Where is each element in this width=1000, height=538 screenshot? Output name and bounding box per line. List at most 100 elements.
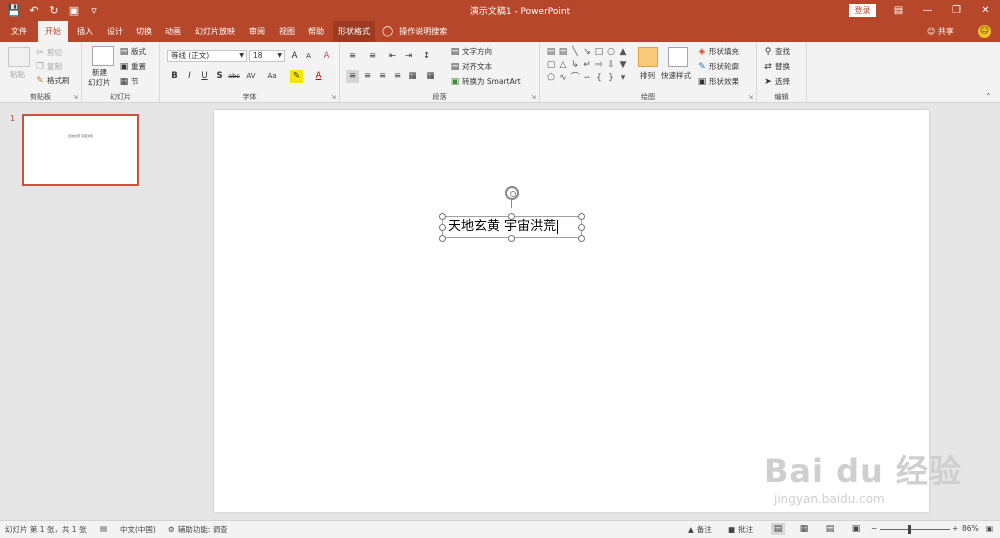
text-direction-button[interactable]: ▤ 文字方向 (450, 46, 492, 57)
align-center-icon[interactable]: ≡ (361, 70, 374, 83)
resize-handle[interactable] (439, 213, 446, 220)
distributed-icon[interactable]: ▦ (406, 70, 419, 83)
undo-icon[interactable]: ↶ (26, 2, 42, 18)
tab-view[interactable]: 视图 (272, 21, 302, 42)
right-arrow-shape-icon[interactable]: ⇨ (593, 59, 605, 72)
new-slide-label-2[interactable]: 幻灯片 (88, 77, 111, 88)
columns-icon[interactable]: ▦ (424, 70, 437, 83)
present-from-start-icon[interactable]: ▣ (66, 2, 82, 18)
resize-handle[interactable] (439, 235, 446, 242)
tab-file[interactable]: 文件 (4, 21, 34, 42)
dialog-launcher-icon[interactable]: ⇲ (73, 94, 78, 101)
clear-formatting-button[interactable]: A (320, 50, 333, 63)
shape-outline-button[interactable]: ✎ 形状轮廓 (697, 61, 739, 72)
font-size-combo[interactable]: 18 ▼ (249, 50, 285, 62)
dialog-launcher-icon[interactable]: ⇲ (748, 94, 753, 101)
justify-icon[interactable]: ≡ (391, 70, 404, 83)
line-spacing-icon[interactable]: ↕ (420, 50, 433, 63)
resize-handle[interactable] (439, 224, 446, 231)
line-shape-icon[interactable]: ╲ (569, 46, 581, 59)
tab-animations[interactable]: 动画 (158, 21, 188, 42)
replace-button[interactable]: ⇄ 替换 (763, 61, 790, 72)
numbering-icon[interactable]: ≡ (366, 50, 379, 63)
tab-transitions[interactable]: 切换 (129, 21, 159, 42)
reset-button[interactable]: ▣ 重置 (119, 61, 146, 72)
zoom-slider-track[interactable] (880, 529, 950, 530)
underline-button[interactable]: U (198, 70, 211, 83)
tab-review[interactable]: 审阅 (242, 21, 272, 42)
bold-button[interactable]: B (168, 70, 181, 83)
zoom-in-icon[interactable]: + (952, 524, 958, 533)
share-button[interactable]: ☺ 共享 (927, 21, 954, 42)
gallery-down-icon[interactable]: ▼ (617, 59, 629, 72)
cut-button[interactable]: ✂ 剪切 (35, 47, 62, 58)
tab-shape-format[interactable]: 形状格式 (333, 21, 375, 42)
gallery-up-icon[interactable]: ▲ (617, 46, 629, 59)
fit-to-window-icon[interactable]: ▣ (986, 524, 993, 533)
new-slide-icon[interactable] (92, 46, 114, 66)
resize-handle[interactable] (578, 235, 585, 242)
normal-view-icon[interactable]: ▤ (771, 523, 785, 535)
arrange-button[interactable]: 排列 (640, 70, 655, 81)
paste-icon[interactable] (8, 47, 30, 67)
tell-me-search[interactable]: ◯ 操作说明搜索 (382, 21, 447, 42)
grow-font-button[interactable]: A (288, 50, 301, 63)
left-brace-shape-icon[interactable]: { (593, 72, 605, 85)
vertical-textbox-shape-icon[interactable]: ▤ (557, 46, 569, 59)
ribbon-display-icon[interactable]: ▤ (884, 0, 913, 21)
decrease-indent-icon[interactable]: ⇤ (386, 50, 399, 63)
resize-handle[interactable] (578, 224, 585, 231)
elbow-connector-shape-icon[interactable]: ↵ (581, 59, 593, 72)
pentagon-shape-icon[interactable]: ⬠ (545, 72, 557, 85)
freeform-shape-icon[interactable]: ∿ (557, 72, 569, 85)
spelling-icon[interactable]: ▤ (100, 524, 107, 533)
quick-styles-icon[interactable] (668, 47, 688, 67)
zoom-out-icon[interactable]: − (871, 524, 877, 533)
tab-home[interactable]: 开始 (38, 21, 68, 42)
paste-button[interactable]: 粘贴 (10, 69, 25, 80)
right-brace-shape-icon[interactable]: } (605, 72, 617, 85)
shadow-button[interactable]: S (213, 70, 226, 83)
rounded-rect-shape-icon[interactable]: ▢ (545, 59, 557, 72)
zoom-level[interactable]: 86% (962, 524, 979, 533)
increase-indent-icon[interactable]: ⇥ (402, 50, 415, 63)
font-name-combo[interactable]: 等线 (正文) ▼ (167, 50, 247, 62)
login-button[interactable]: 登录 (849, 4, 876, 17)
accessibility-button[interactable]: ⚙ 辅助功能: 调查 (168, 524, 228, 535)
bullets-icon[interactable]: ≡ (346, 50, 359, 63)
font-color-button[interactable]: A (312, 70, 325, 83)
gallery-more-icon[interactable]: ▾ (617, 72, 629, 85)
down-arrow-shape-icon[interactable]: ⇩ (605, 59, 617, 72)
arrange-icon[interactable] (638, 47, 658, 67)
format-painter-button[interactable]: ✎ 格式刷 (35, 75, 69, 86)
align-left-icon[interactable]: ≡ (346, 70, 359, 83)
tab-slideshow[interactable]: 幻灯片放映 (190, 21, 240, 42)
rectangle-shape-icon[interactable]: □ (593, 46, 605, 59)
strikethrough-button[interactable]: abc (227, 70, 241, 83)
feedback-smiley-icon[interactable]: ☺ (978, 25, 991, 38)
find-button[interactable]: ⚲ 查找 (763, 46, 790, 57)
align-text-button[interactable]: ▤ 对齐文本 (450, 61, 492, 72)
customize-qat-icon[interactable]: ▿ (86, 2, 102, 18)
resize-handle[interactable] (508, 235, 515, 242)
dialog-launcher-icon[interactable]: ⇲ (531, 94, 536, 101)
oval-shape-icon[interactable]: ○ (605, 46, 617, 59)
character-spacing-button[interactable]: AV (243, 70, 259, 83)
slideshow-view-icon[interactable]: ▣ (849, 523, 863, 535)
shapes-gallery[interactable]: ▤ ▤ ╲ ↘ □ ○ ▲ ▢ △ ↳ ↵ ⇨ ⇩ ▼ ⬠ ∿ ⌒ ∽ { } … (545, 46, 629, 88)
tab-insert[interactable]: 插入 (70, 21, 100, 42)
connector-shape-icon[interactable]: ↳ (569, 59, 581, 72)
close-icon[interactable]: ✕ (971, 0, 1000, 21)
rotate-handle-icon[interactable] (505, 186, 519, 200)
minimize-icon[interactable]: — (913, 0, 942, 21)
quick-styles-button[interactable]: 快速样式 (661, 70, 691, 81)
copy-button[interactable]: ❐ 复制 (35, 61, 62, 72)
tab-design[interactable]: 设计 (100, 21, 130, 42)
slide-sorter-icon[interactable]: ▦ (797, 523, 811, 535)
comments-button[interactable]: ■ 批注 (728, 524, 753, 535)
triangle-shape-icon[interactable]: △ (557, 59, 569, 72)
select-button[interactable]: ➤ 选择 (763, 76, 790, 87)
convert-smartart-button[interactable]: ▣ 转换为 SmartArt (450, 76, 521, 87)
zoom-slider-thumb[interactable] (908, 525, 911, 534)
arc-shape-icon[interactable]: ⌒ (569, 72, 581, 85)
